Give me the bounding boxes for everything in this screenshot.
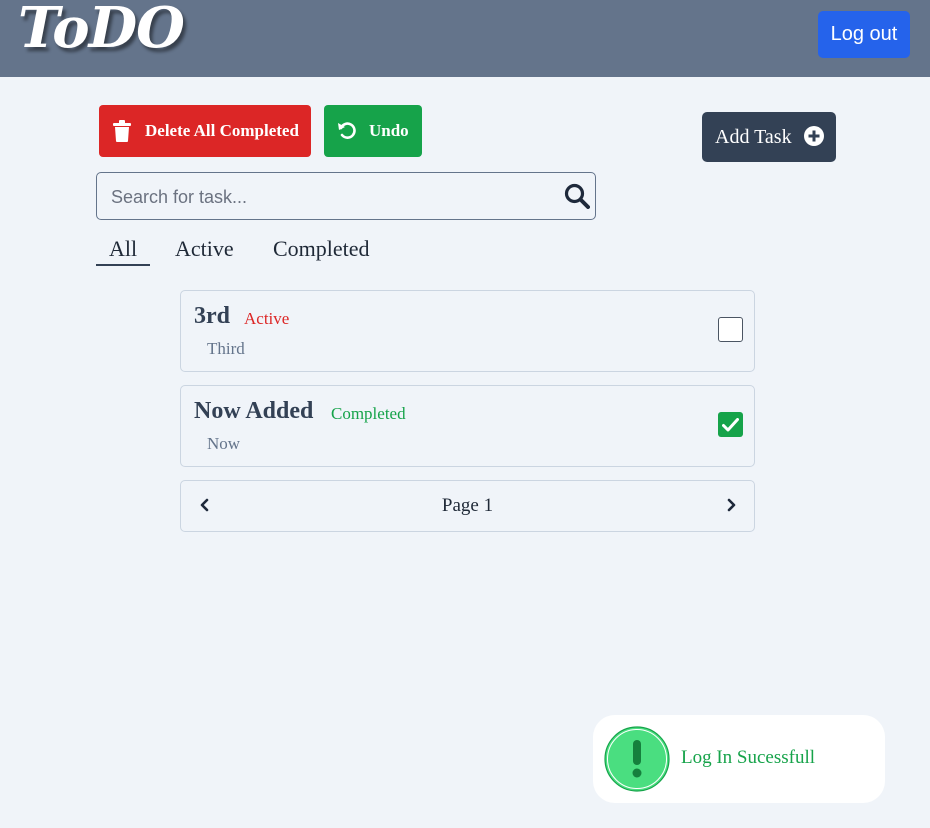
exclamation-circle-icon	[604, 726, 670, 792]
checkmark-icon	[722, 417, 739, 431]
task-description: Now	[207, 434, 241, 453]
tab-all[interactable]: All	[96, 234, 150, 266]
page-label: Page 1	[441, 495, 494, 516]
tab-completed[interactable]: Completed	[273, 234, 370, 264]
task-title: 3rd	[194, 303, 230, 329]
add-task-label: Add Task	[715, 125, 792, 148]
delete-all-completed-button[interactable]: Delete All Completed	[99, 105, 311, 157]
task-card: Now Added Completed Now	[180, 385, 755, 467]
toast-message: Log In Sucessfull	[681, 747, 816, 768]
toast-notification: Log In Sucessfull	[593, 715, 885, 803]
plus-circle-icon	[803, 126, 824, 148]
logout-button[interactable]: Log out	[818, 11, 910, 58]
undo-icon	[337, 120, 357, 142]
app-header: ToDO Log out	[0, 0, 930, 77]
app-logo: ToDO	[18, 0, 185, 61]
task-status-badge: Active	[244, 309, 290, 328]
undo-label: Undo	[369, 121, 409, 140]
search-box	[96, 172, 596, 220]
tab-active[interactable]: Active	[175, 234, 234, 264]
task-checkbox[interactable]	[718, 412, 743, 437]
add-task-button[interactable]: Add Task	[702, 112, 836, 162]
trash-icon	[113, 120, 133, 142]
task-status-badge: Completed	[331, 404, 406, 423]
task-title: Now Added	[194, 398, 314, 424]
task-checkbox[interactable]	[718, 317, 743, 342]
pagination: Page 1	[180, 480, 755, 532]
task-description: Third	[207, 339, 245, 358]
undo-button[interactable]: Undo	[324, 105, 422, 157]
delete-all-completed-label: Delete All Completed	[145, 121, 299, 140]
chevron-right-icon[interactable]	[724, 495, 740, 515]
search-icon[interactable]	[564, 183, 590, 209]
task-card: 3rd Active Third	[180, 290, 755, 372]
search-input[interactable]	[109, 181, 553, 213]
